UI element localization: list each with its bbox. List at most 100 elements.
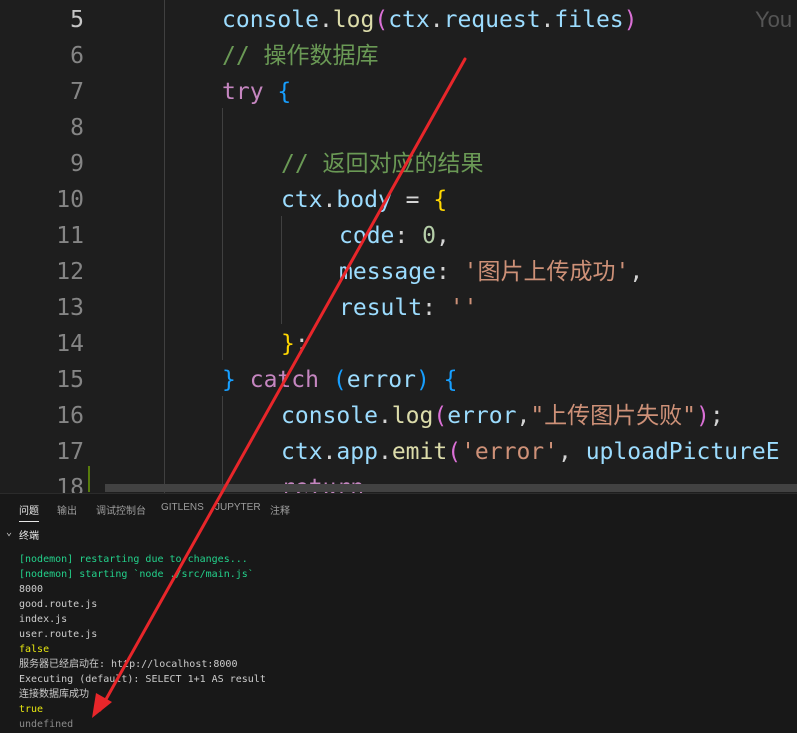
code-token: }: [281, 331, 295, 357]
code-token: {: [443, 367, 458, 393]
terminal-line: [nodemon] starting `node ./src/main.js`: [19, 569, 254, 580]
code-token: error: [447, 403, 517, 429]
line-number: 10: [56, 187, 84, 213]
indent-guide: [164, 0, 165, 493]
terminal-line: false: [19, 644, 50, 655]
code-token: ): [696, 403, 710, 429]
line-number: 16: [56, 403, 84, 429]
code-token: console: [281, 403, 378, 429]
code-token: .: [377, 439, 392, 465]
tab-gitlens[interactable]: GITLENS: [161, 502, 204, 513]
code-token: ctx: [281, 439, 323, 465]
code-token: console: [222, 7, 319, 33]
code-token: (: [447, 439, 462, 465]
git-change-marker: [88, 466, 90, 492]
code-editor[interactable]: 5 6 7 8 9 10 11 12 13 14 15 16 17 18 console.log(ctx.…: [0, 0, 797, 493]
code-token: result: [339, 295, 423, 321]
code-line[interactable]: console.log(error,"上传图片失败");: [281, 398, 724, 434]
line-number: 5: [70, 7, 84, 33]
code-token: app: [336, 439, 378, 465]
terminal-line: true: [19, 704, 44, 715]
terminal-line: 连接数据库成功: [19, 689, 89, 700]
code-token: :: [422, 295, 450, 321]
panel-tabs: 问题 输出 调试控制台 GITLENS JUPYTER 注释: [0, 494, 797, 524]
line-number: 7: [70, 79, 84, 105]
code-token: (: [374, 7, 389, 33]
code-token: log: [391, 403, 434, 429]
code-token: ): [623, 7, 638, 33]
code-token: error: [346, 367, 416, 393]
code-line[interactable]: ctx.app.emit('error', uploadPictureE: [281, 434, 780, 470]
code-line[interactable]: ctx.body = {: [281, 182, 447, 218]
code-token: ,: [558, 439, 586, 465]
line-number: 8: [70, 115, 84, 141]
code-token: .: [318, 7, 333, 33]
indent-guide: [281, 216, 282, 324]
line-number: 11: [56, 223, 84, 249]
indent-guide: [222, 396, 223, 493]
code-token: '图片上传成功': [463, 259, 630, 285]
code-token: .: [322, 439, 337, 465]
code-token: {: [277, 79, 292, 105]
tab-jupyter[interactable]: JUPYTER: [215, 502, 261, 513]
code-token: code: [339, 223, 395, 249]
code-line[interactable]: message: '图片上传成功',: [339, 254, 643, 290]
code-token: .: [429, 7, 444, 33]
code-line[interactable]: };: [281, 326, 309, 362]
code-token: uploadPictureE: [585, 439, 780, 465]
code-token: .: [540, 7, 555, 33]
line-number: 13: [56, 295, 84, 321]
tab-comments[interactable]: 注释: [270, 502, 290, 517]
code-token: // 返回对应的结果: [281, 151, 484, 177]
line-number: 18: [56, 475, 84, 493]
line-number: 9: [70, 151, 84, 177]
code-token: ,: [516, 403, 531, 429]
code-token: ;: [294, 331, 309, 357]
code-line[interactable]: // 操作数据库: [222, 38, 379, 74]
tab-debug-console[interactable]: 调试控制台: [96, 502, 146, 517]
code-token: log: [332, 7, 375, 33]
code-line[interactable]: } catch (error) {: [222, 362, 458, 398]
line-number: 14: [56, 331, 84, 357]
code-line[interactable]: result: '': [339, 290, 478, 326]
code-token: // 操作数据库: [222, 43, 379, 69]
code-line[interactable]: console.log(ctx.request.files): [222, 2, 638, 38]
code-token: request: [443, 7, 541, 33]
code-token: emit: [391, 439, 448, 465]
code-line[interactable]: try {: [222, 74, 291, 110]
terminal-line: 服务器已经启动在: http://localhost:8000: [19, 659, 238, 670]
terminal-output[interactable]: [nodemon] restarting due to changes... [n…: [19, 552, 789, 732]
code-token: 0: [422, 223, 436, 249]
terminal-line: 8000: [19, 584, 44, 595]
horizontal-scrollbar[interactable]: [105, 484, 797, 492]
inline-blame-hint: You: [755, 7, 793, 32]
code-token: body: [336, 187, 392, 213]
terminal-title: 终端: [19, 531, 39, 542]
code-line[interactable]: code: 0,: [339, 218, 450, 254]
line-number: 12: [56, 259, 84, 285]
code-token: =: [391, 187, 434, 213]
terminal-line: index.js: [19, 614, 68, 625]
code-token: ;: [709, 403, 724, 429]
code-token: ,: [435, 223, 450, 249]
line-number: 15: [56, 367, 84, 393]
code-token: .: [322, 187, 337, 213]
code-line[interactable]: // 返回对应的结果: [281, 146, 484, 182]
code-token: :: [394, 223, 423, 249]
terminal-section-header[interactable]: ⌄ 终端: [0, 524, 797, 542]
code-token: try: [222, 79, 264, 105]
terminal-line: user.route.js: [19, 629, 98, 640]
terminal-line: undefined: [19, 719, 74, 730]
code-token: 'error': [461, 439, 558, 465]
code-token: {: [433, 187, 448, 213]
code-token: }: [222, 367, 236, 393]
tab-output[interactable]: 输出: [57, 502, 77, 517]
chevron-down-icon[interactable]: ⌄: [6, 527, 12, 538]
tab-problems[interactable]: 问题: [19, 502, 39, 522]
code-token: ctx: [388, 7, 430, 33]
terminal-line: [nodemon] restarting due to changes...: [19, 554, 248, 565]
